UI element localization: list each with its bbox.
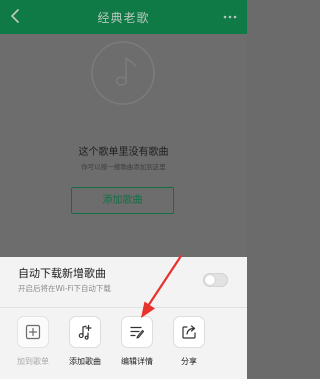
music-disc-icon [91, 41, 155, 105]
add-square-icon [25, 324, 41, 340]
bottom-sheet: 自动下载新增歌曲 开启后将在Wi-Fi下自动下载 加到歌单 添加歌曲 编辑详情 … [0, 257, 247, 379]
add-to-playlist-label: 加到歌单 [17, 357, 49, 366]
auto-download-toggle[interactable] [203, 273, 228, 287]
add-song-action-button[interactable] [69, 316, 101, 348]
add-song-action-label: 添加歌曲 [69, 357, 101, 366]
top-bar: 经典老歌 [0, 0, 247, 34]
share-label: 分享 [181, 357, 197, 366]
empty-playlist-title: 这个歌单里没有歌曲 [78, 147, 169, 158]
edit-details-icon [130, 326, 145, 339]
auto-download-title: 自动下载新增歌曲 [18, 267, 106, 280]
add-to-playlist-button[interactable] [17, 316, 49, 348]
page-title: 经典老歌 [97, 11, 150, 25]
edit-details-action[interactable]: 编辑详情 [115, 316, 159, 376]
add-song-action[interactable]: 添加歌曲 [63, 316, 107, 376]
toggle-knob [205, 275, 215, 285]
edit-details-button[interactable] [121, 316, 153, 348]
divider [0, 307, 247, 308]
playlist-content: 这个歌单里没有歌曲 你可以搜一搜歌曲添加到这里 添加歌曲 [0, 34, 247, 257]
empty-playlist-hint: 你可以搜一搜歌曲添加到这里 [81, 163, 166, 171]
add-music-icon [78, 324, 92, 340]
add-song-button[interactable]: 添加歌曲 [71, 187, 174, 214]
share-button[interactable] [173, 316, 205, 348]
auto-download-hint: 开启后将在Wi-Fi下自动下载 [18, 284, 111, 293]
more-dots-icon[interactable] [223, 15, 237, 19]
add-to-playlist-action[interactable]: 加到歌单 [11, 316, 55, 376]
share-icon [182, 325, 196, 339]
edit-details-label: 编辑详情 [121, 357, 153, 366]
share-action[interactable]: 分享 [167, 316, 211, 376]
